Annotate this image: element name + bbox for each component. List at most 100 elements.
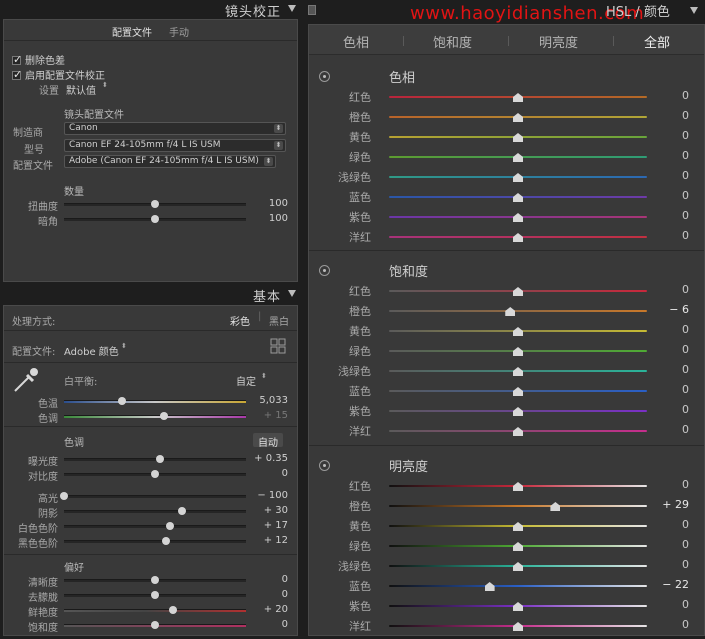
hsl-row-value[interactable]: 0 xyxy=(649,558,689,571)
tab-divider xyxy=(613,36,614,46)
slider-value[interactable]: 100 xyxy=(248,198,288,209)
hsl-row-value[interactable]: 0 xyxy=(649,383,689,396)
updown-icon[interactable]: ⬍ xyxy=(121,342,127,350)
auto-tone-button[interactable]: 自动 xyxy=(253,433,283,449)
slider-value[interactable]: + 30 xyxy=(248,505,288,516)
model-select[interactable]: Canon EF 24-105mm f/4 L IS USM ⬍ xyxy=(64,139,286,152)
model-select-value: Canon EF 24-105mm f/4 L IS USM xyxy=(69,140,221,150)
hsl-row-value[interactable]: + 29 xyxy=(649,498,689,511)
hsl-row-value[interactable]: − 22 xyxy=(649,578,689,591)
slider-value[interactable]: + 0.35 xyxy=(248,453,288,464)
tab-luminance[interactable]: 明亮度 xyxy=(539,32,578,51)
tab-hue[interactable]: 色相 xyxy=(343,32,369,51)
hsl-header[interactable]: www.haoyidianshen.com HSL / 颜色 xyxy=(306,0,705,24)
tab-divider xyxy=(403,36,404,46)
slider-value[interactable]: + 20 xyxy=(248,604,288,615)
targeted-adjustment-icon[interactable] xyxy=(319,71,330,82)
slider-value[interactable]: 0 xyxy=(248,468,288,479)
hsl-row-value[interactable]: 0 xyxy=(649,189,689,202)
slider-value[interactable]: 100 xyxy=(248,213,288,224)
hsl-row-value[interactable]: 0 xyxy=(649,618,689,631)
checkbox-checked-icon xyxy=(12,68,22,81)
hsl-row-value[interactable]: 0 xyxy=(649,363,689,376)
hsl-row-value[interactable]: 0 xyxy=(649,518,689,531)
white-balance-value[interactable]: 自定 xyxy=(236,373,256,388)
basic-header[interactable]: 基本 xyxy=(0,285,301,305)
updown-icon[interactable]: ⬍ xyxy=(102,81,108,89)
hsl-row-value[interactable]: 0 xyxy=(649,538,689,551)
hsl-row-value[interactable]: 0 xyxy=(649,283,689,296)
updown-icon[interactable]: ⬍ xyxy=(261,372,267,380)
lens-correction-title: 镜头校正 xyxy=(224,5,281,20)
treatment-bw-button[interactable]: 黑白 xyxy=(269,313,289,328)
collapse-triangle-icon[interactable] xyxy=(288,5,296,12)
slider-track[interactable] xyxy=(64,540,246,543)
hsl-slider-track[interactable] xyxy=(389,505,647,507)
profile-select[interactable]: Adobe (Canon EF 24-105mm f/4 L IS USM) ⬍ xyxy=(64,155,276,168)
hsl-row-value[interactable]: 0 xyxy=(649,403,689,416)
slider-value[interactable]: + 17 xyxy=(248,520,288,531)
slider-value[interactable]: 5,033 xyxy=(248,395,288,406)
hsl-row-value[interactable]: 0 xyxy=(649,229,689,242)
slider-label: 扭曲度 xyxy=(28,202,58,213)
slider-track[interactable] xyxy=(64,495,246,498)
lens-correction-header[interactable]: 镜头校正 xyxy=(0,0,301,20)
hsl-row-value[interactable]: 0 xyxy=(649,149,689,162)
collapse-triangle-icon[interactable] xyxy=(690,7,698,14)
make-select[interactable]: Canon ⬍ xyxy=(64,122,286,135)
slider-value[interactable]: 0 xyxy=(248,619,288,630)
hsl-row-value[interactable]: 0 xyxy=(649,89,689,102)
slider-track[interactable] xyxy=(64,400,246,403)
slider-track[interactable] xyxy=(64,510,246,513)
tab-all[interactable]: 全部 xyxy=(644,32,670,51)
hsl-slider-track[interactable] xyxy=(389,310,647,312)
slider-label: 鲜艳度 xyxy=(28,608,58,619)
slider-value[interactable]: 0 xyxy=(248,589,288,600)
hsl-row-label: 蓝色 xyxy=(349,385,371,398)
tab-saturation[interactable]: 饱和度 xyxy=(433,32,472,51)
eyedropper-icon[interactable] xyxy=(12,366,40,394)
select-arrow-icon: ⬍ xyxy=(274,141,283,150)
slider-value[interactable]: − 100 xyxy=(248,490,288,501)
setup-value[interactable]: 默认值 xyxy=(66,82,96,97)
slider-track[interactable] xyxy=(64,609,246,612)
hsl-row-label: 蓝色 xyxy=(349,191,371,204)
hsl-row-value[interactable]: − 6 xyxy=(649,303,689,316)
hsl-row-value[interactable]: 0 xyxy=(649,209,689,222)
enable-profile-checkbox[interactable]: 启用配置文件校正 xyxy=(12,67,105,82)
slider-label: 暗角 xyxy=(38,217,58,228)
targeted-adjustment-icon[interactable] xyxy=(319,265,330,276)
tab-profile[interactable]: 配置文件 xyxy=(112,24,152,39)
slider-label: 黑色色阶 xyxy=(18,539,58,550)
treatment-color-button[interactable]: 彩色 xyxy=(230,313,250,328)
hsl-slider-track[interactable] xyxy=(389,585,647,587)
hsl-row-value[interactable]: 0 xyxy=(649,343,689,356)
slider-track[interactable] xyxy=(64,525,246,528)
hsl-row-value[interactable]: 0 xyxy=(649,109,689,122)
targeted-adjustment-icon[interactable] xyxy=(319,460,330,471)
slider-label: 饱和度 xyxy=(28,623,58,634)
slider-value[interactable]: + 15 xyxy=(248,410,288,421)
hsl-row-value[interactable]: 0 xyxy=(649,598,689,611)
left-column: 镜头校正 配置文件 手动 删除色差 启用配置文件校正 设置 默认值 ⬍ 镜头配置… xyxy=(0,0,301,639)
tab-manual[interactable]: 手动 xyxy=(169,24,189,39)
basic-profile-value[interactable]: Adobe 颜色 xyxy=(64,343,119,358)
hsl-row-value[interactable]: 0 xyxy=(649,478,689,491)
remove-ca-checkbox[interactable]: 删除色差 xyxy=(12,52,65,67)
hsl-row-value[interactable]: 0 xyxy=(649,129,689,142)
lens-correction-panel: 配置文件 手动 删除色差 启用配置文件校正 设置 默认值 ⬍ 镜头配置文件 制造… xyxy=(3,19,298,282)
profile-browser-grid-icon[interactable] xyxy=(270,338,286,354)
hsl-row-value[interactable]: 0 xyxy=(649,323,689,336)
hsl-row-value[interactable]: 0 xyxy=(649,423,689,436)
hsl-row-label: 黄色 xyxy=(349,131,371,144)
slider-label: 阴影 xyxy=(38,509,58,520)
slider-value[interactable]: + 12 xyxy=(248,535,288,546)
tab-divider xyxy=(508,36,509,46)
collapse-triangle-icon[interactable] xyxy=(288,290,296,297)
hsl-row-value[interactable]: 0 xyxy=(649,169,689,182)
slider-track[interactable] xyxy=(64,458,246,461)
hsl-row-label: 橙色 xyxy=(349,500,371,513)
slider-value[interactable]: 0 xyxy=(248,574,288,585)
slider-track[interactable] xyxy=(64,415,246,418)
panel-switch-icon[interactable] xyxy=(308,5,316,15)
